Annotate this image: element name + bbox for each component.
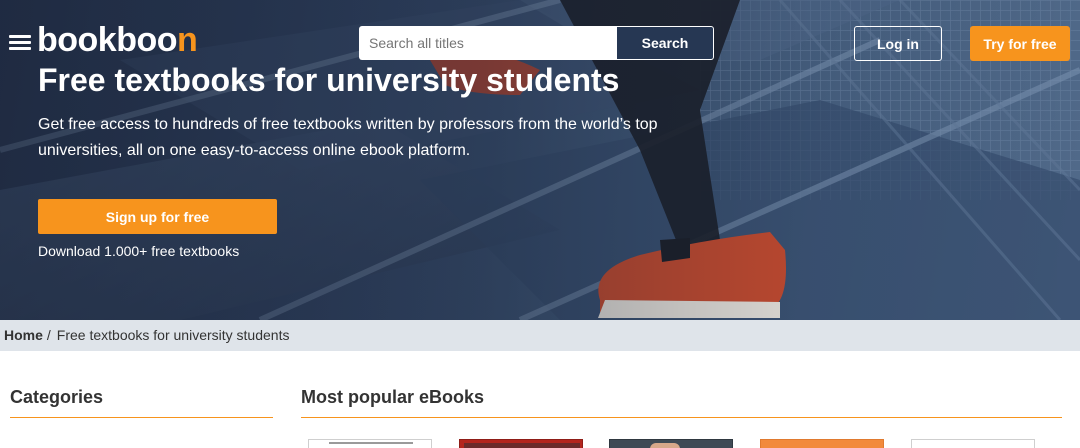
breadcrumb-current: Free textbooks for university students [56,327,290,343]
popular-ebooks-heading: Most popular eBooks [301,386,1062,418]
breadcrumb: Home / Free textbooks for university stude… [0,320,1080,351]
login-button[interactable]: Log in [854,26,942,61]
book-cover[interactable] [308,439,432,448]
hero-title: Free textbooks for university students [38,62,620,98]
categories-heading: Categories [10,386,273,418]
book-cover[interactable] [760,439,884,448]
breadcrumb-separator: / [46,327,51,343]
download-count-text: Download 1.000+ free textbooks [38,243,240,259]
book-cover[interactable] [911,439,1035,448]
search-input[interactable] [359,26,617,60]
logo-text: bookboo [37,21,178,59]
logo-text-accent: n [177,21,198,59]
book-cover[interactable] [609,439,733,448]
breadcrumb-home-link[interactable]: Home [4,327,43,343]
sign-up-button[interactable]: Sign up for free [38,199,277,234]
book-cover[interactable] [459,439,583,448]
hero-subtitle: Get free access to hundreds of free text… [38,116,658,159]
bookboon-logo[interactable]: bookboon [37,20,198,60]
hamburger-menu-icon[interactable] [9,35,31,51]
search-button[interactable]: Search [616,26,714,60]
try-for-free-button[interactable]: Try for free [970,26,1070,61]
